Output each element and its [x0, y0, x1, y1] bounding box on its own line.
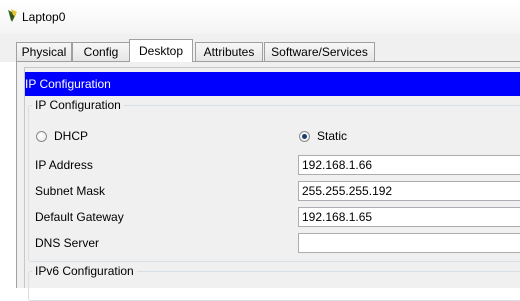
dhcp-label[interactable]: DHCP	[54, 129, 88, 143]
ipv6-config-group-title: IPv6 Configuration	[32, 264, 137, 278]
dhcp-radio[interactable]	[36, 131, 47, 142]
subnet-mask-input[interactable]	[298, 181, 520, 201]
window-title: Laptop0	[22, 10, 66, 24]
tab-config[interactable]: Config	[72, 42, 130, 61]
tab-attributes[interactable]: Attributes	[195, 42, 263, 61]
laptop-app-icon	[8, 9, 17, 22]
dns-server-input[interactable]	[298, 233, 520, 253]
tab-desktop[interactable]: Desktop	[129, 39, 193, 62]
tab-physical[interactable]: Physical	[16, 42, 72, 61]
ip-config-group-title: IP Configuration	[32, 98, 124, 112]
default-gateway-input[interactable]	[298, 207, 520, 227]
ip-address-label: IP Address	[35, 158, 93, 172]
static-radio[interactable]	[299, 131, 310, 142]
title-bar: Laptop0	[0, 0, 520, 34]
default-gateway-label: Default Gateway	[35, 210, 124, 224]
subnet-mask-label: Subnet Mask	[35, 184, 106, 198]
app-header: IP Configuration	[25, 72, 520, 96]
ip-address-input[interactable]	[298, 155, 520, 175]
dns-server-label: DNS Server	[35, 236, 100, 250]
tab-software-services[interactable]: Software/Services	[264, 42, 375, 61]
static-label[interactable]: Static	[317, 129, 347, 143]
